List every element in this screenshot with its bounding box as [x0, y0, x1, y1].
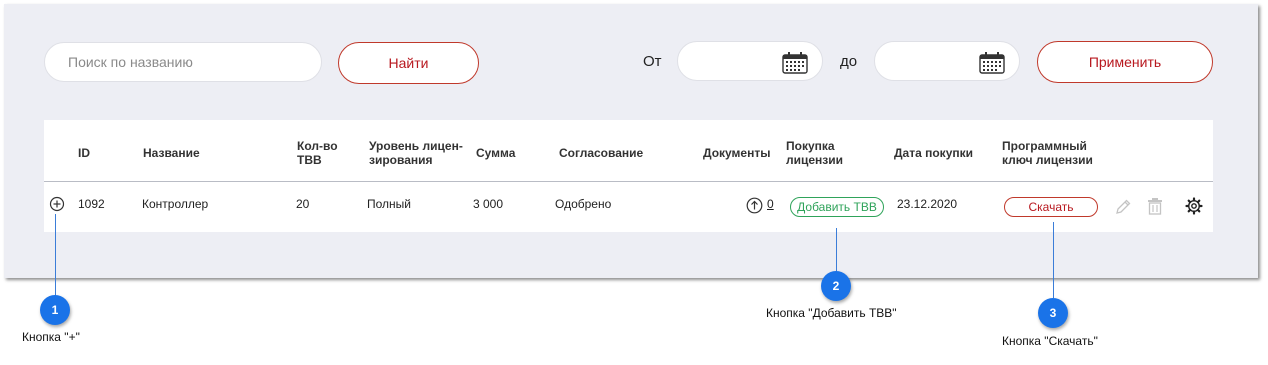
callout-1-line [55, 214, 56, 296]
header-approval: Согласование [559, 146, 644, 160]
documents-count-link[interactable]: 0 [767, 197, 774, 211]
header-key-line2: ключ лицензии [1002, 153, 1093, 167]
callout-badge-1: 1 [40, 295, 70, 325]
cell-name: Контроллер [142, 197, 209, 211]
plus-circle-icon[interactable] [49, 196, 65, 212]
search-input[interactable]: Поиск по названию [44, 42, 322, 82]
callout-badge-3: 3 [1038, 298, 1068, 328]
cell-level: Полный [367, 197, 411, 211]
header-level-line1: Уровень лицен- [369, 139, 463, 153]
trash-icon[interactable] [1147, 197, 1163, 215]
header-license-key: Программный ключ лицензии [1002, 139, 1093, 167]
header-purchase-line1: Покупка [786, 139, 835, 153]
header-level: Уровень лицен- зирования [369, 139, 463, 167]
upload-icon[interactable] [746, 197, 763, 214]
add-tvv-button[interactable]: Добавить ТВВ [790, 197, 884, 217]
header-purchase: Покупка лицензии [786, 139, 843, 167]
header-documents: Документы [703, 146, 771, 160]
callout-caption-2: Кнопка "Добавить ТВВ" [766, 306, 897, 320]
licenses-table: ID Название Кол-во ТВВ Уровень лицен- зи… [44, 120, 1213, 232]
date-from-field[interactable] [677, 41, 823, 81]
gear-icon[interactable] [1185, 197, 1203, 215]
header-count: Кол-во ТВВ [297, 139, 338, 167]
header-key-line1: Программный [1002, 139, 1087, 153]
header-level-line2: зирования [369, 153, 433, 167]
callout-badge-2: 2 [821, 271, 851, 301]
header-divider [44, 181, 1213, 182]
header-name: Название [143, 146, 200, 160]
cell-approval: Одобрено [555, 197, 612, 211]
header-purchase-line2: лицензии [786, 153, 844, 167]
apply-button[interactable]: Применить [1037, 41, 1213, 83]
header-count-line1: Кол-во [297, 139, 338, 153]
callout-2-line [836, 228, 837, 274]
calendar-icon[interactable] [782, 52, 808, 74]
cell-purchase-date: 23.12.2020 [897, 197, 958, 211]
cell-id: 1092 [78, 197, 105, 211]
date-from-label: От [643, 53, 662, 70]
header-sum: Сумма [476, 146, 516, 160]
calendar-icon[interactable] [979, 52, 1005, 74]
download-button[interactable]: Скачать [1004, 197, 1098, 217]
date-to-label: до [840, 53, 858, 70]
header-purchase-date: Дата покупки [894, 146, 973, 160]
header-id: ID [78, 146, 90, 160]
callout-3-line [1053, 222, 1054, 298]
date-to-field[interactable] [874, 41, 1020, 81]
filter-panel: Поиск по названию Найти От до Применить … [4, 4, 1258, 278]
cell-sum: 3 000 [473, 197, 504, 211]
cell-count: 20 [296, 197, 310, 211]
header-count-line2: ТВВ [297, 153, 322, 167]
callout-caption-3: Кнопка "Скачать" [1002, 334, 1098, 348]
find-button[interactable]: Найти [338, 42, 479, 84]
pencil-icon[interactable] [1114, 198, 1132, 216]
callout-caption-1: Кнопка "+" [22, 330, 80, 344]
